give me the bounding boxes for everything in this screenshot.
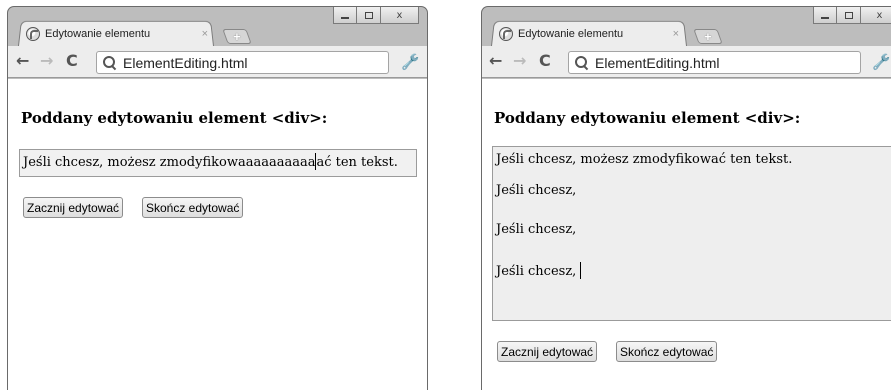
- editable-paragraph: Jeśli chcesz,: [496, 183, 577, 198]
- new-tab-button[interactable]: +: [222, 28, 252, 44]
- page-content: Poddany edytowaniu element <div>: Jeśli …: [482, 79, 891, 390]
- forward-arrow-icon[interactable]: →: [40, 52, 53, 70]
- reload-icon[interactable]: C: [539, 52, 551, 70]
- editable-div[interactable]: Jeśli chcesz, możesz zmodyfikować ten te…: [492, 146, 891, 321]
- start-editing-button[interactable]: Zacznij edytować: [23, 197, 124, 218]
- close-window-button[interactable]: x: [861, 7, 891, 24]
- browser-toolbar: ← → C ElementEditing.html 🔧: [8, 46, 427, 78]
- address-bar[interactable]: ElementEditing.html: [96, 51, 389, 74]
- close-window-button[interactable]: x: [381, 7, 419, 24]
- window-controls: x: [333, 7, 419, 24]
- address-text: ElementEditing.html: [595, 54, 720, 71]
- editable-text: Jeśli chcesz, możesz zmodyfikowaaaaaaaaa…: [23, 155, 316, 170]
- page-content: Poddany edytowaniu element <div>: Jeśli …: [8, 79, 427, 390]
- search-icon: [575, 55, 589, 70]
- editable-paragraph: Jeśli chcesz,: [496, 222, 577, 237]
- plus-icon: +: [233, 28, 241, 44]
- text-caret: [580, 262, 582, 279]
- search-icon: [103, 55, 117, 70]
- stop-editing-button[interactable]: Skończ edytować: [616, 341, 718, 362]
- minimize-button[interactable]: [333, 7, 357, 24]
- editable-paragraph: Jeśli chcesz,: [496, 264, 581, 279]
- start-editing-button[interactable]: Zacznij edytować: [497, 341, 598, 362]
- window-controls: x: [813, 7, 891, 24]
- tab-title: Edytowanie elementu: [518, 28, 624, 40]
- stop-editing-button[interactable]: Skończ edytować: [142, 197, 244, 218]
- browser-tab-content[interactable]: Edytowanie elementu ×: [499, 24, 687, 44]
- minimize-icon: [341, 16, 349, 19]
- wrench-icon[interactable]: 🔧: [401, 53, 420, 71]
- new-tab-button[interactable]: +: [693, 28, 723, 44]
- tab-close-icon[interactable]: ×: [202, 28, 208, 40]
- maximize-button[interactable]: [837, 7, 861, 24]
- browser-toolbar: ← → C ElementEditing.html 🔧: [482, 46, 891, 78]
- back-arrow-icon[interactable]: ←: [16, 52, 29, 70]
- wrench-icon[interactable]: 🔧: [872, 53, 891, 71]
- minimize-button[interactable]: [813, 7, 837, 24]
- browser-tab-content[interactable]: Edytowanie elementu ×: [26, 24, 216, 44]
- reload-icon[interactable]: C: [66, 52, 78, 70]
- address-text: ElementEditing.html: [123, 54, 248, 71]
- editable-text-rest: ać ten tekst.: [316, 155, 398, 170]
- page-globe-icon: [499, 27, 513, 41]
- maximize-icon: [364, 11, 373, 19]
- close-icon: x: [876, 9, 883, 21]
- back-arrow-icon[interactable]: ←: [489, 52, 502, 70]
- page-globe-icon: [26, 27, 40, 41]
- plus-icon: +: [704, 28, 712, 44]
- browser-window-right: x Edytowanie elementu × + ← → C ElementE…: [481, 6, 891, 390]
- page-heading: Poddany edytowaniu element <div>:: [494, 109, 801, 127]
- browser-window-left: x Edytowanie elementu × + ← → C ElementE…: [7, 6, 428, 390]
- page-heading: Poddany edytowaniu element <div>:: [21, 109, 328, 127]
- maximize-icon: [844, 11, 853, 19]
- editable-div[interactable]: Jeśli chcesz, możesz zmodyfikowaaaaaaaaa…: [19, 149, 417, 177]
- tab-title: Edytowanie elementu: [45, 28, 151, 40]
- minimize-icon: [821, 16, 829, 19]
- address-bar[interactable]: ElementEditing.html: [568, 51, 861, 74]
- tab-close-icon[interactable]: ×: [673, 28, 679, 40]
- maximize-button[interactable]: [357, 7, 381, 24]
- forward-arrow-icon[interactable]: →: [513, 52, 526, 70]
- editable-paragraph: Jeśli chcesz, możesz zmodyfikować ten te…: [496, 152, 793, 167]
- close-icon: x: [396, 9, 403, 21]
